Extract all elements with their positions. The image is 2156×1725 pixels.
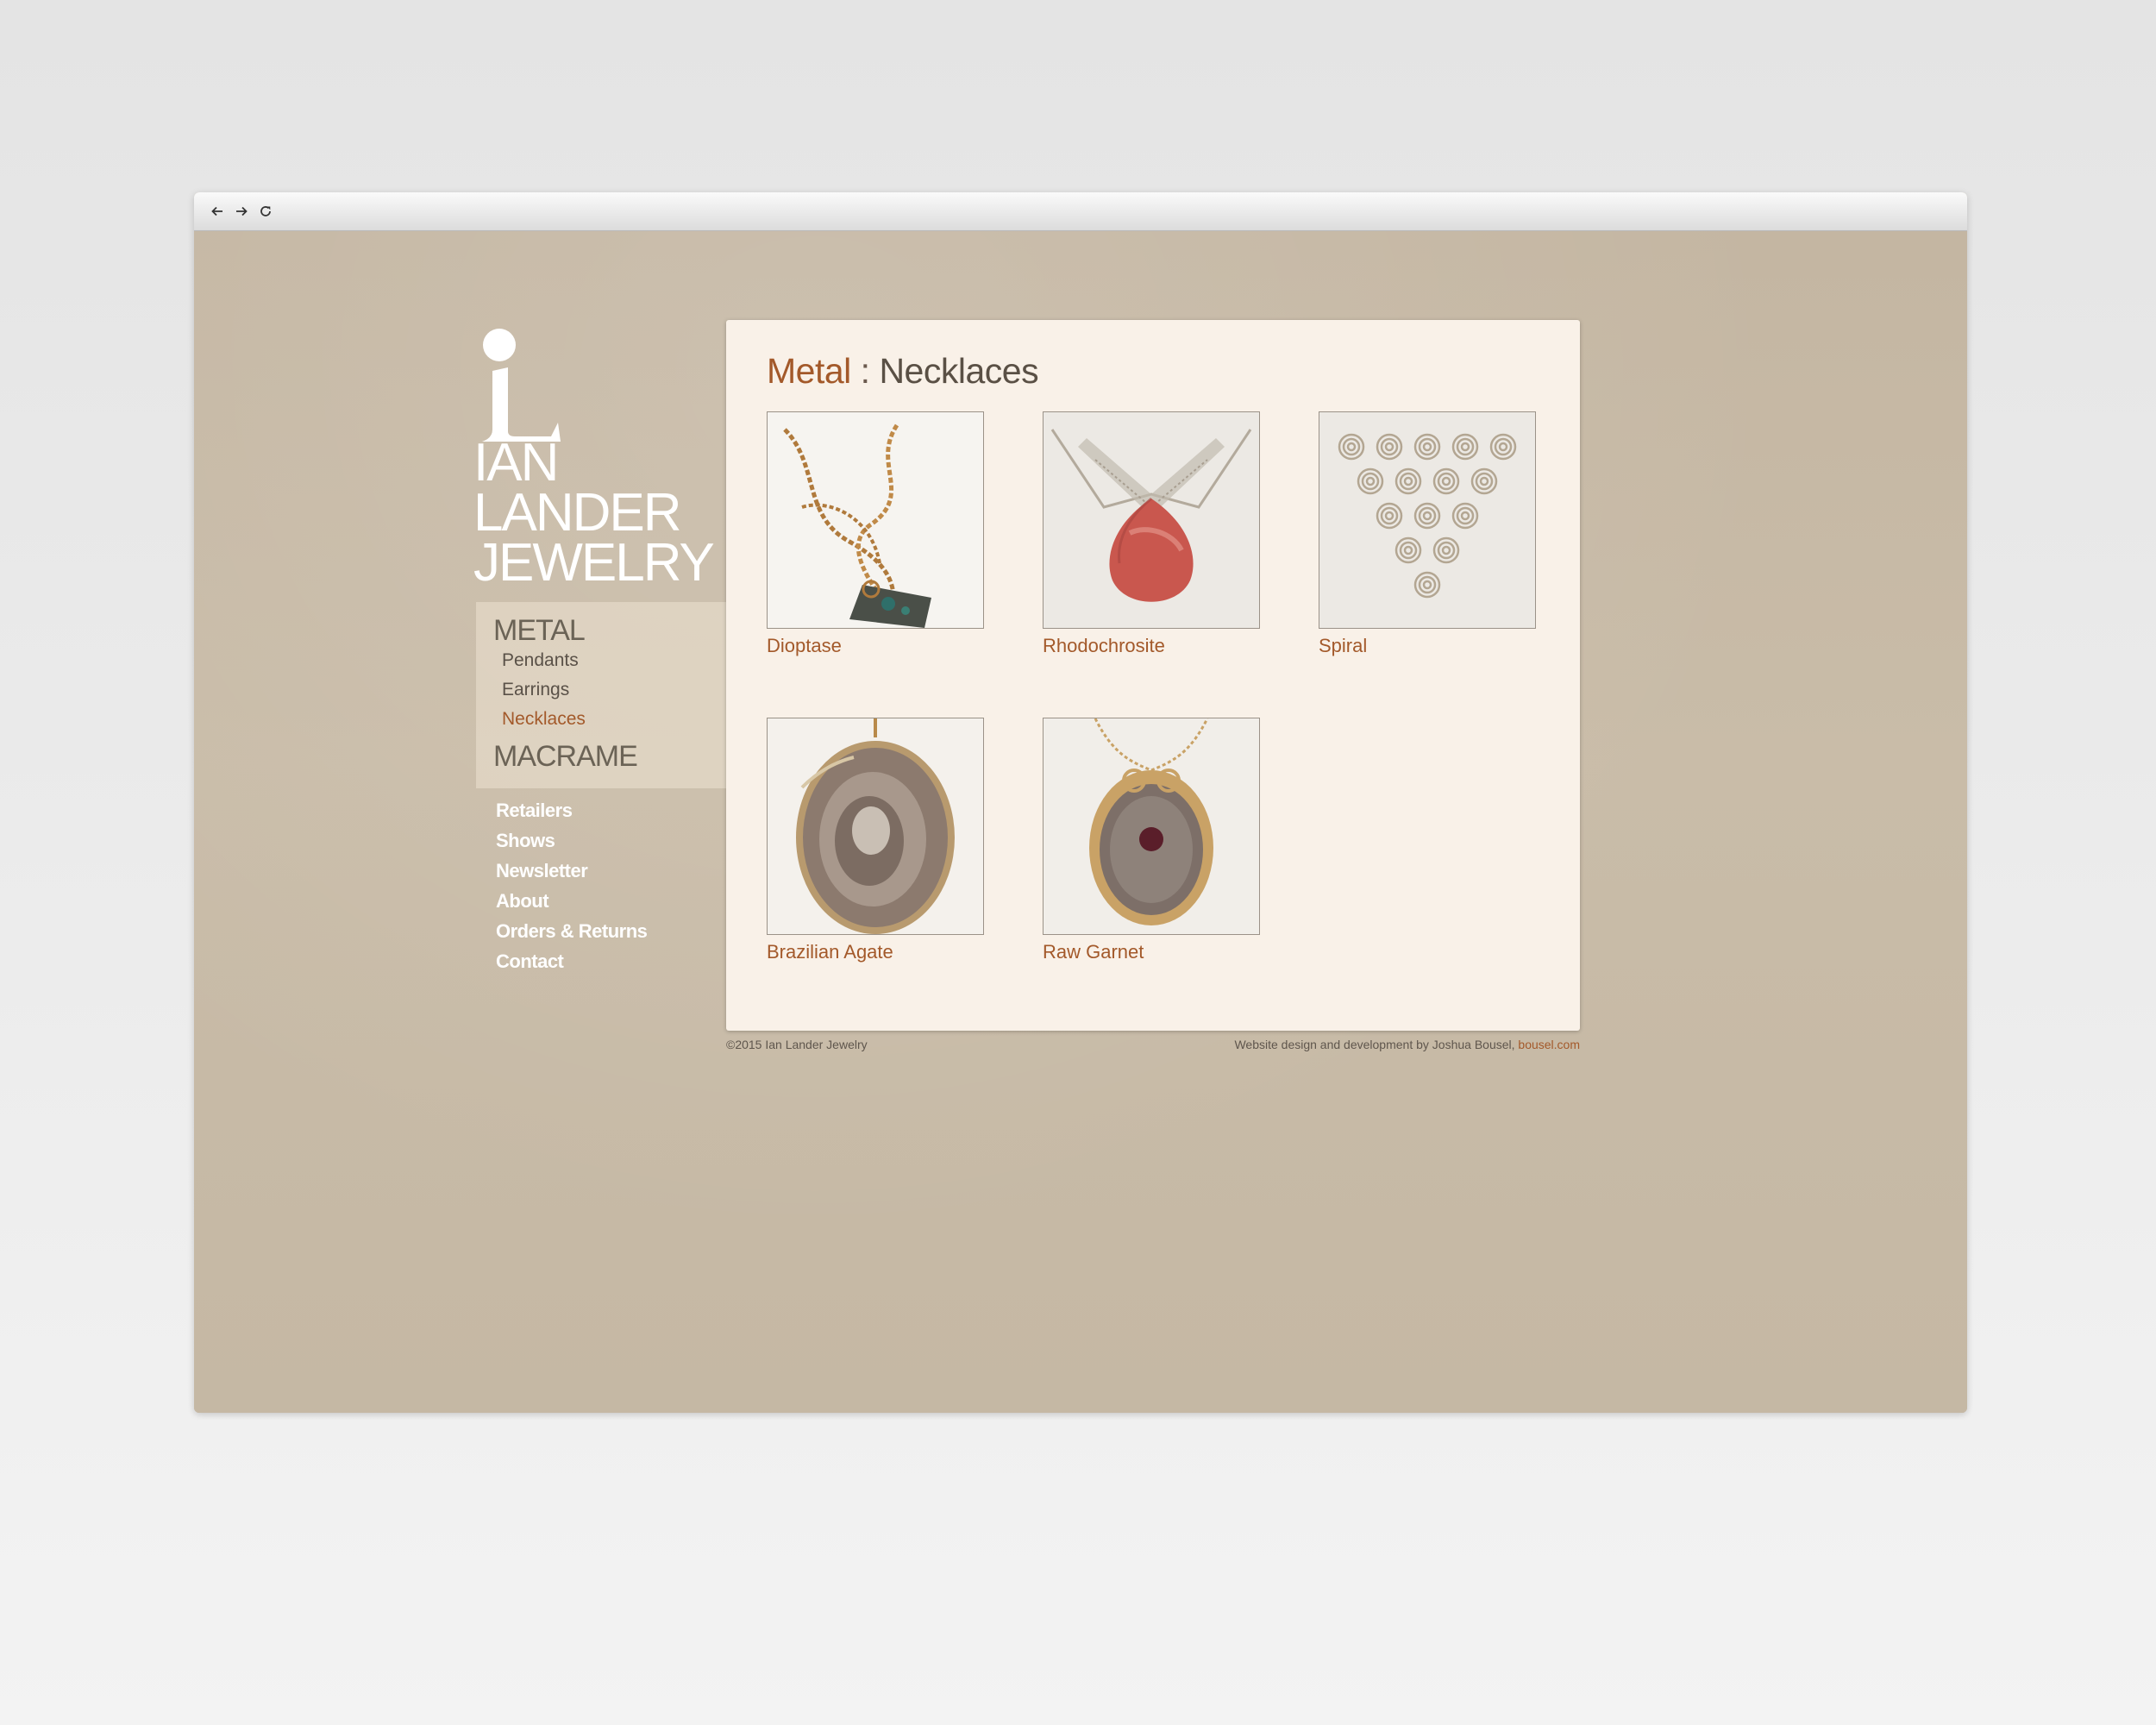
- logo-text[interactable]: IAN LANDER JEWELRY: [473, 433, 715, 593]
- main-menu: Retailers Shows Newsletter About Orders …: [496, 795, 648, 976]
- menu-item-newsletter[interactable]: Newsletter: [496, 856, 647, 886]
- product-card[interactable]: Raw Garnet: [1043, 718, 1260, 963]
- product-card[interactable]: Brazilian Agate: [767, 718, 984, 963]
- product-photo-rhodochrosite[interactable]: [1043, 411, 1260, 629]
- footer-credit: Website design and development by Joshua…: [1100, 1038, 1580, 1051]
- footer-credit-text: Website design and development by Joshua…: [1234, 1038, 1519, 1051]
- sidebar-item-pendants[interactable]: Pendants: [502, 650, 579, 671]
- logo-line: LANDER: [473, 483, 682, 543]
- product-card[interactable]: Spiral: [1319, 411, 1536, 657]
- menu-item-about[interactable]: About: [496, 886, 647, 916]
- category-metal[interactable]: METAL: [493, 614, 586, 648]
- page-title-text: Necklaces: [879, 351, 1039, 391]
- content-panel: Metal : Necklaces Dioptase Rhodochrosite…: [726, 320, 1580, 1031]
- logo-mark-icon[interactable]: [475, 326, 561, 447]
- page-viewport: IAN LANDER JEWELRY METAL Pendants Earrin…: [194, 231, 1967, 1413]
- sidebar-item-earrings[interactable]: Earrings: [502, 680, 569, 700]
- product-card[interactable]: Rhodochrosite: [1043, 411, 1260, 657]
- product-photo-spiral[interactable]: [1319, 411, 1536, 629]
- product-photo-raw-garnet[interactable]: [1043, 718, 1260, 935]
- sidebar-item-necklaces[interactable]: Necklaces: [502, 709, 586, 730]
- browser-toolbar: [194, 192, 1967, 231]
- logo-line: IAN: [473, 433, 559, 492]
- footer-credit-link[interactable]: bousel.com: [1518, 1038, 1580, 1051]
- product-name[interactable]: Raw Garnet: [1043, 941, 1260, 963]
- menu-item-shows[interactable]: Shows: [496, 825, 647, 856]
- browser-window: IAN LANDER JEWELRY METAL Pendants Earrin…: [194, 192, 1967, 1413]
- product-photo-dioptase[interactable]: [767, 411, 984, 629]
- menu-item-orders-returns[interactable]: Orders & Returns: [496, 916, 648, 946]
- breadcrumb-separator: :: [850, 351, 880, 391]
- footer-copyright: ©2015 Ian Lander Jewelry: [726, 1038, 868, 1051]
- product-name[interactable]: Dioptase: [767, 635, 984, 657]
- category-macrame[interactable]: MACRAME: [493, 740, 638, 774]
- product-name[interactable]: Spiral: [1319, 635, 1536, 657]
- forward-arrow-icon[interactable]: [232, 202, 251, 221]
- menu-item-retailers[interactable]: Retailers: [496, 795, 647, 825]
- product-photo-brazilian-agate[interactable]: [767, 718, 984, 935]
- category-nav: METAL Pendants Earrings Necklaces MACRAM…: [476, 602, 726, 788]
- menu-item-contact[interactable]: Contact: [496, 946, 647, 976]
- reload-icon[interactable]: [256, 202, 275, 221]
- back-arrow-icon[interactable]: [208, 202, 227, 221]
- page-title: Metal : Necklaces: [767, 351, 1039, 392]
- logo-line: JEWELRY: [473, 533, 715, 593]
- product-name[interactable]: Brazilian Agate: [767, 941, 984, 963]
- product-card[interactable]: Dioptase: [767, 411, 984, 657]
- product-name[interactable]: Rhodochrosite: [1043, 635, 1260, 657]
- breadcrumb-metal[interactable]: Metal: [767, 351, 851, 391]
